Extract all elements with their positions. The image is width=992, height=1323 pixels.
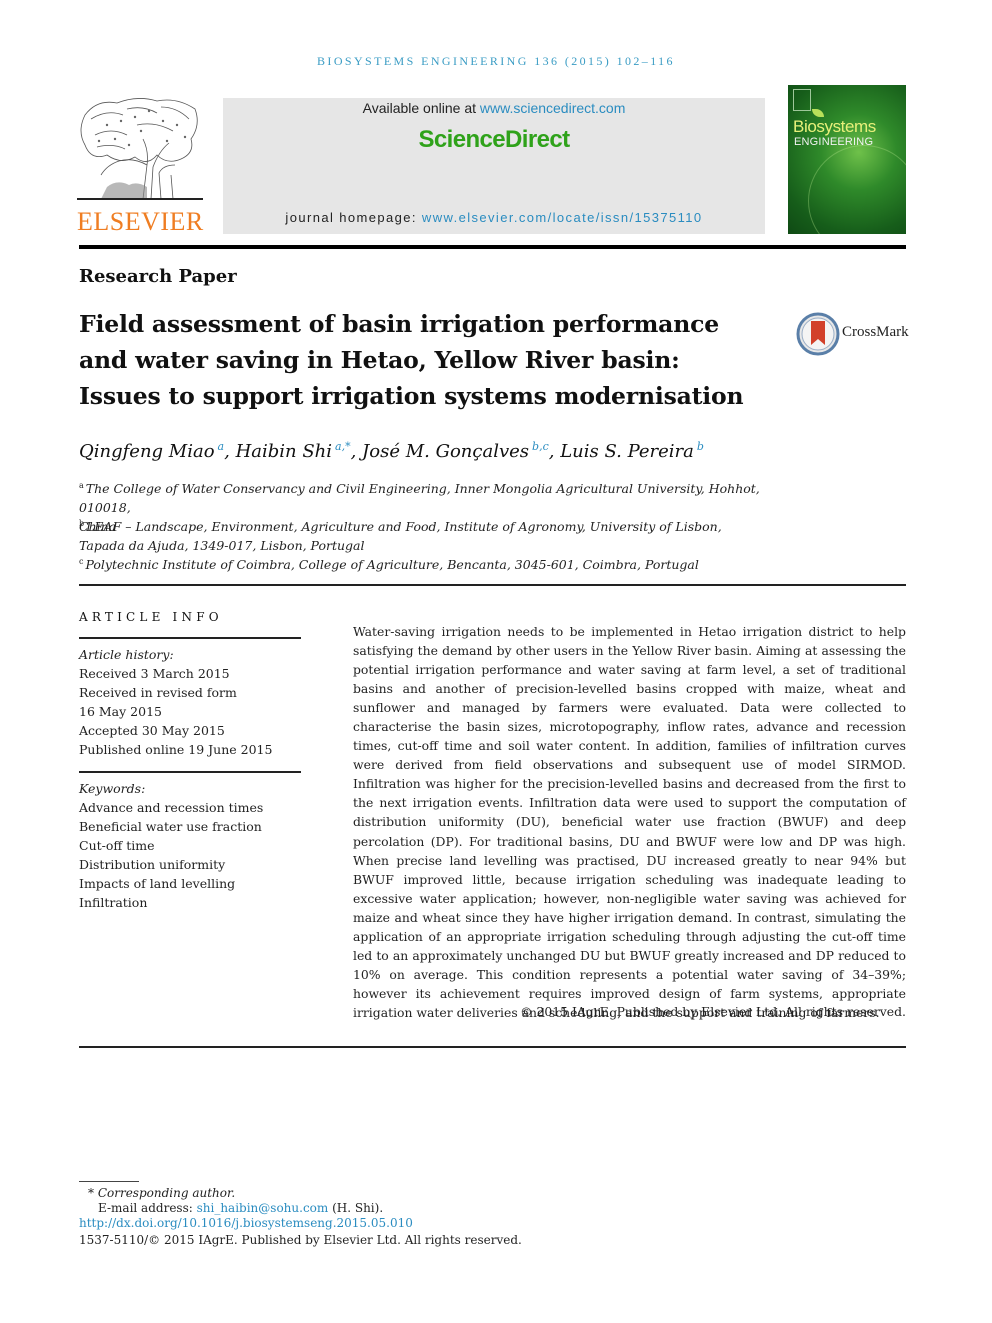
email-link[interactable]: shi_haibin@sohu.com bbox=[197, 1201, 329, 1215]
doi-line: http://dx.doi.org/10.1016/j.biosystemsen… bbox=[79, 1216, 413, 1232]
author-list: Qingfeng Miao a, Haibin Shi a,*, José M. G… bbox=[79, 440, 704, 462]
cover-title-line2: ENGINEERING bbox=[794, 136, 874, 148]
title-line: Issues to support irrigation systems mod… bbox=[79, 382, 744, 410]
history-item: Received in revised form bbox=[79, 685, 237, 700]
footnote-divider bbox=[79, 1181, 139, 1182]
title-line: and water saving in Hetao, Yellow River … bbox=[79, 346, 680, 374]
author-separator: , bbox=[548, 441, 561, 462]
email-note: E-mail address: shi_haibin@sohu.com (H. … bbox=[98, 1201, 383, 1217]
keyword-item: Advance and recession times bbox=[79, 800, 264, 815]
abstract-text: Water-saving irrigation needs to be impl… bbox=[353, 624, 906, 1020]
history-item: Published online 19 June 2015 bbox=[79, 742, 273, 757]
journal-homepage-link[interactable]: www.elsevier.com/locate/issn/15375110 bbox=[422, 210, 703, 225]
header-divider bbox=[79, 245, 906, 249]
elsevier-tree-icon bbox=[77, 98, 203, 200]
abstract-copyright: © 2015 IAgrE. Published by Elsevier Ltd.… bbox=[520, 1004, 906, 1019]
author-name[interactable]: Luis S. Pereira bbox=[560, 441, 694, 462]
journal-homepage-label: journal homepage: bbox=[285, 210, 422, 225]
keywords: Keywords: Advance and recession times Be… bbox=[79, 779, 263, 912]
keywords-label: Keywords: bbox=[79, 781, 146, 796]
corresponding-author-note: * Corresponding author. bbox=[88, 1186, 235, 1202]
abstract-divider bbox=[79, 1046, 906, 1048]
keyword-item: Distribution uniformity bbox=[79, 857, 226, 872]
author-separator: , bbox=[224, 441, 236, 462]
cover-elsevier-mark bbox=[793, 89, 811, 111]
history-item: Received 3 March 2015 bbox=[79, 666, 230, 681]
cover-leaf-icon bbox=[812, 109, 824, 117]
corresponding-mark: * bbox=[88, 1186, 94, 1200]
author-name[interactable]: Qingfeng Miao bbox=[79, 441, 215, 462]
running-head: BIOSYSTEMS ENGINEERING 136 (2015) 102–11… bbox=[317, 54, 675, 68]
email-suffix: (H. Shi). bbox=[328, 1201, 384, 1215]
history-item: 16 May 2015 bbox=[79, 704, 162, 719]
history-item: Accepted 30 May 2015 bbox=[79, 723, 225, 738]
elsevier-logo[interactable]: ELSEVIER bbox=[77, 95, 207, 235]
author-affiliation-mark[interactable]: b,c bbox=[532, 440, 549, 453]
keyword-item: Beneficial water use fraction bbox=[79, 819, 262, 834]
cover-decoration bbox=[808, 145, 906, 234]
sciencedirect-banner: Available online at www.sciencedirect.co… bbox=[223, 98, 765, 234]
article-history-label: Article history: bbox=[79, 647, 174, 662]
author-separator: , bbox=[350, 441, 363, 462]
affiliation-key: c bbox=[79, 557, 84, 566]
sciencedirect-link[interactable]: www.sciencedirect.com bbox=[480, 100, 626, 116]
crossmark-icon bbox=[796, 312, 840, 356]
keywords-divider bbox=[79, 771, 301, 773]
email-label: E-mail address: bbox=[98, 1201, 197, 1215]
cover-title-line1: Biosystems bbox=[793, 117, 876, 136]
affiliation-key: b bbox=[79, 519, 85, 528]
doi-link[interactable]: http://dx.doi.org/10.1016/j.biosystemsen… bbox=[79, 1216, 413, 1230]
author-name[interactable]: José M. Gonçalves bbox=[362, 441, 529, 462]
journal-cover-image[interactable]: Biosystems ENGINEERING bbox=[788, 85, 906, 234]
affiliation-text: The College of Water Conservancy and Civ… bbox=[79, 481, 760, 515]
crossmark-label: CrossMark bbox=[842, 324, 909, 340]
author-name[interactable]: Haibin Shi bbox=[236, 441, 332, 462]
title-line: Field assessment of basin irrigation per… bbox=[79, 310, 719, 338]
affiliation-c: c Polytechnic Institute of Coimbra, Colle… bbox=[79, 552, 779, 574]
affiliation-key: a bbox=[79, 481, 84, 490]
affiliation-text: LEAF – Landscape, Environment, Agricultu… bbox=[86, 519, 722, 534]
affiliations-divider bbox=[79, 584, 906, 586]
corresponding-label: Corresponding author. bbox=[97, 1186, 236, 1200]
issn-line: 1537-5110/© 2015 IAgrE. Published by Els… bbox=[79, 1233, 522, 1247]
author-affiliation-mark[interactable]: b bbox=[697, 440, 704, 453]
elsevier-wordmark: ELSEVIER bbox=[77, 207, 204, 236]
available-online-prefix: Available online at bbox=[362, 100, 480, 116]
keyword-item: Impacts of land levelling bbox=[79, 876, 236, 891]
article-info-divider bbox=[79, 637, 301, 639]
available-online-line: Available online at www.sciencedirect.co… bbox=[223, 100, 765, 116]
article-type: Research Paper bbox=[79, 266, 237, 287]
crossmark-button[interactable]: CrossMark bbox=[796, 312, 909, 356]
article-history: Article history: Received 3 March 2015 R… bbox=[79, 645, 272, 759]
keyword-item: Cut-off time bbox=[79, 838, 155, 853]
affiliation-text: Polytechnic Institute of Coimbra, Colleg… bbox=[85, 557, 699, 572]
sciencedirect-logo[interactable]: ScienceDirect bbox=[223, 126, 765, 154]
journal-homepage-line: journal homepage: www.elsevier.com/locat… bbox=[223, 210, 765, 225]
affiliation-b: b LEAF – Landscape, Environment, Agricult… bbox=[79, 514, 779, 555]
author-affiliation-mark[interactable]: a,* bbox=[335, 440, 351, 453]
article-info-heading: ARTICLE INFO bbox=[79, 610, 223, 624]
article-title: Field assessment of basin irrigation per… bbox=[79, 306, 779, 414]
keyword-item: Infiltration bbox=[79, 895, 148, 910]
